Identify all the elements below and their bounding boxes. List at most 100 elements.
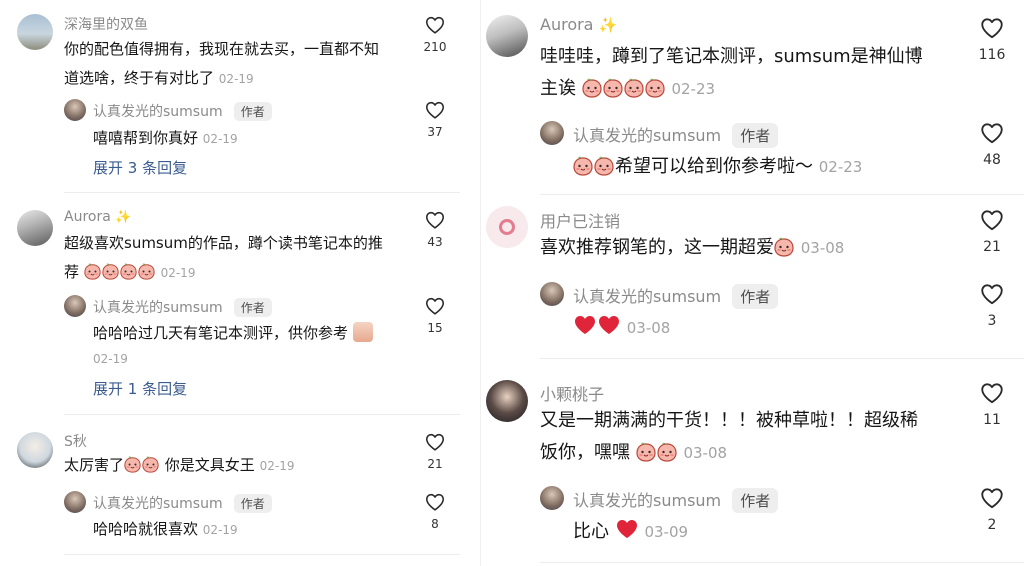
author-avatar[interactable]: [64, 295, 86, 317]
comment-date: 02-23: [671, 80, 716, 98]
reply-date: 02-19: [202, 523, 238, 537]
author-avatar[interactable]: [64, 491, 86, 513]
comment-date: 02-19: [259, 459, 295, 473]
like-button[interactable]: 116: [975, 15, 1009, 63]
reply-author-name[interactable]: 认真发光的sumsum: [573, 126, 721, 145]
like-button[interactable]: 2: [975, 485, 1009, 533]
like-button[interactable]: 43: [421, 209, 449, 249]
like-count: 21: [427, 457, 443, 471]
like-button[interactable]: 3: [975, 281, 1009, 329]
peach-emoji-icon: [573, 156, 593, 176]
comment-text-line: 你的配色值得拥有，我现在就去买，一直都不知: [64, 40, 380, 58]
peach-emoji-icon: [603, 78, 623, 98]
like-button[interactable]: 210: [421, 14, 449, 54]
red-heart-icon: [573, 313, 597, 337]
peach-emoji-icon: [102, 263, 119, 280]
like-button[interactable]: 8: [421, 491, 449, 531]
like-button[interactable]: 15: [421, 295, 449, 335]
avatar[interactable]: [17, 14, 53, 50]
commenter-name[interactable]: 小颗桃子: [540, 381, 604, 405]
peach-emoji-icon: [645, 78, 665, 98]
red-heart-icon: [597, 313, 621, 337]
commenter-name[interactable]: S秋: [64, 431, 87, 451]
reply-author-name[interactable]: 认真发光的sumsum: [93, 496, 223, 512]
left-comment-panel: 深海里的双鱼 你的配色值得拥有，我现在就去买，一直都不知 道选啥，终于有对比了 …: [0, 0, 468, 566]
heart-outline-icon: [979, 120, 1005, 146]
reply-header: 认真发光的sumsum 作者: [93, 493, 272, 513]
reply-author-name[interactable]: 认真发光的sumsum: [573, 287, 721, 306]
sticker-icon: [352, 322, 373, 342]
like-count: 210: [423, 40, 447, 54]
like-count: 15: [427, 321, 443, 335]
avatar[interactable]: [17, 210, 53, 246]
like-count: 48: [983, 152, 1001, 168]
reply-date: 02-23: [818, 158, 863, 176]
author-avatar[interactable]: [540, 486, 564, 510]
reply-author-name[interactable]: 认真发光的sumsum: [93, 300, 223, 316]
reply-header: 认真发光的sumsum 作者: [573, 122, 779, 148]
comment-text-line: 超级喜欢sumsum的作品，蹲个读书笔记本的推: [64, 234, 383, 252]
comment-date: 02-19: [160, 266, 196, 280]
avatar[interactable]: [486, 15, 528, 57]
reply-text-content: 哈哈哈过几天有笔记本测评，供你参考: [93, 324, 349, 342]
author-avatar[interactable]: [64, 99, 86, 121]
reply-date: 03-08: [626, 319, 671, 337]
reply-text-content: 嘻嘻帮到你真好: [93, 129, 199, 147]
red-heart-icon: [615, 517, 639, 541]
expand-replies-link[interactable]: 展开 3 条回复: [93, 157, 187, 178]
peach-emoji-icon: [624, 78, 644, 98]
like-count: 43: [427, 235, 443, 249]
reply-author-name[interactable]: 认真发光的sumsum: [93, 104, 223, 120]
heart-outline-icon: [979, 207, 1005, 233]
like-button[interactable]: 37: [421, 99, 449, 139]
peach-emoji-icon: [120, 263, 137, 280]
expand-replies-link[interactable]: 展开 1 条回复: [93, 378, 187, 399]
comment-text-line: 哇哇哇，蹲到了笔记本测评，sumsum是神仙博: [540, 46, 923, 67]
comment-date: 02-19: [218, 72, 254, 86]
heart-outline-icon: [979, 281, 1005, 307]
right-comment-panel: Aurora ✨ 哇哇哇，蹲到了笔记本测评，sumsum是神仙博 主诶 02-2…: [480, 0, 1024, 566]
author-avatar[interactable]: [540, 121, 564, 145]
heart-outline-icon: [424, 491, 446, 513]
like-button[interactable]: 21: [421, 431, 449, 471]
avatar[interactable]: [17, 432, 53, 468]
commenter-name[interactable]: Aurora: [540, 15, 593, 34]
comment-text: 太厉害了 你是文具女王 02-19: [64, 451, 424, 481]
reply-date: 02-19: [93, 352, 128, 366]
commenter-name-row: Aurora ✨: [540, 15, 617, 34]
peach-emoji-icon: [138, 263, 155, 280]
peach-emoji-icon: [774, 237, 794, 257]
commenter-name[interactable]: Aurora: [64, 209, 111, 225]
heart-outline-icon: [424, 431, 446, 453]
commenter-name[interactable]: 用户已注销: [540, 208, 620, 232]
reply-date: 02-19: [202, 132, 238, 146]
peach-emoji-icon: [594, 156, 614, 176]
like-button[interactable]: 21: [975, 207, 1009, 255]
peach-emoji-icon: [124, 456, 141, 473]
avatar[interactable]: [486, 206, 528, 248]
comment-text: 哇哇哇，蹲到了笔记本测评，sumsum是神仙博 主诶 02-23: [540, 41, 960, 105]
reply-author-name[interactable]: 认真发光的sumsum: [573, 491, 721, 510]
reply-date: 03-09: [644, 523, 689, 541]
reply-text: 嘻嘻帮到你真好 02-19: [93, 124, 238, 154]
like-count: 8: [431, 517, 439, 531]
like-button[interactable]: 11: [975, 380, 1009, 428]
reply-text-content: 哈哈哈就很喜欢: [93, 520, 199, 538]
commenter-name[interactable]: 深海里的双鱼: [64, 14, 148, 34]
commenter-name-row: Aurora ✨: [64, 209, 131, 225]
peach-emoji-icon: [142, 456, 159, 473]
divider: [64, 414, 460, 415]
comment-text-line: 主诶: [540, 78, 576, 99]
author-badge: 作者: [233, 102, 272, 121]
author-badge: 作者: [732, 488, 779, 513]
author-badge: 作者: [732, 284, 779, 309]
reply-header: 认真发光的sumsum 作者: [93, 297, 272, 317]
like-button[interactable]: 48: [975, 120, 1009, 168]
avatar[interactable]: [486, 380, 528, 422]
peach-emoji-icon: [636, 442, 656, 462]
divider: [540, 358, 1024, 359]
author-badge: 作者: [233, 494, 272, 513]
heart-outline-icon: [979, 15, 1005, 41]
author-avatar[interactable]: [540, 282, 564, 306]
divider: [64, 554, 460, 555]
